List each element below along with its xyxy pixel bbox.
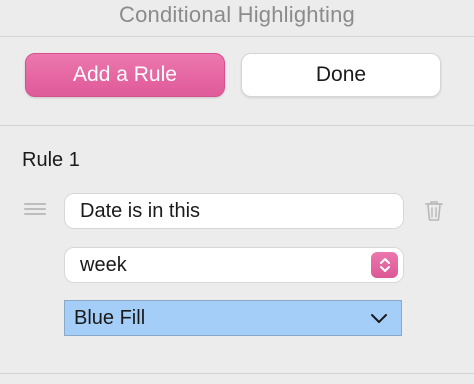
period-select[interactable]: week — [64, 247, 404, 283]
condition-value: Date is in this — [80, 199, 201, 222]
style-select[interactable]: Blue Fill — [64, 300, 402, 336]
panel-header: Conditional Highlighting — [0, 0, 474, 37]
divider — [0, 373, 474, 374]
done-button[interactable]: Done — [241, 53, 441, 97]
period-value: week — [80, 253, 127, 276]
stepper-icon[interactable] — [371, 252, 398, 278]
condition-field[interactable]: Date is in this — [64, 193, 404, 229]
style-value: Blue Fill — [74, 306, 146, 329]
panel-title: Conditional Highlighting — [119, 2, 355, 27]
add-rule-button[interactable]: Add a Rule — [25, 53, 225, 97]
trash-icon[interactable] — [423, 199, 445, 223]
drag-handle-icon[interactable] — [24, 203, 46, 217]
rule-title: Rule 1 — [22, 149, 80, 171]
divider — [0, 125, 474, 126]
chevron-down-icon — [371, 314, 387, 323]
